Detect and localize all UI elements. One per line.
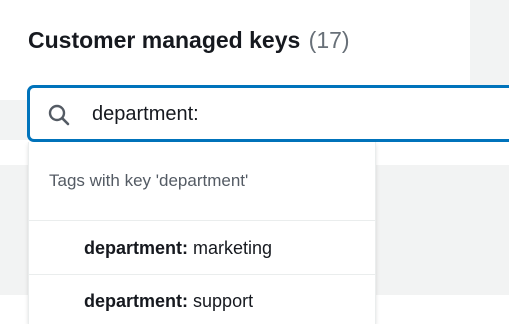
search-icon [48, 104, 70, 126]
page: Customer managed keys (17) Tags with key… [0, 0, 509, 324]
page-title-text: Customer managed keys [28, 27, 301, 53]
option-value: support [193, 291, 254, 311]
option-key: department: [84, 291, 189, 311]
key-count: (17) [308, 27, 350, 53]
option-key: department: [84, 238, 189, 258]
suggestion-group-label: Tags with key 'department' [49, 171, 249, 190]
header-shade [470, 0, 509, 100]
option-value: marketing [193, 238, 273, 258]
suggestion-option-marketing[interactable]: department: marketing [29, 222, 375, 275]
page-title: Customer managed keys (17) [28, 22, 350, 58]
search-suggestions-dropdown: Tags with key 'department' department: m… [28, 142, 376, 324]
suggestion-option-support[interactable]: department: support [29, 275, 375, 324]
search-input[interactable] [92, 96, 492, 132]
divider [29, 220, 375, 221]
search-box[interactable] [28, 86, 509, 141]
